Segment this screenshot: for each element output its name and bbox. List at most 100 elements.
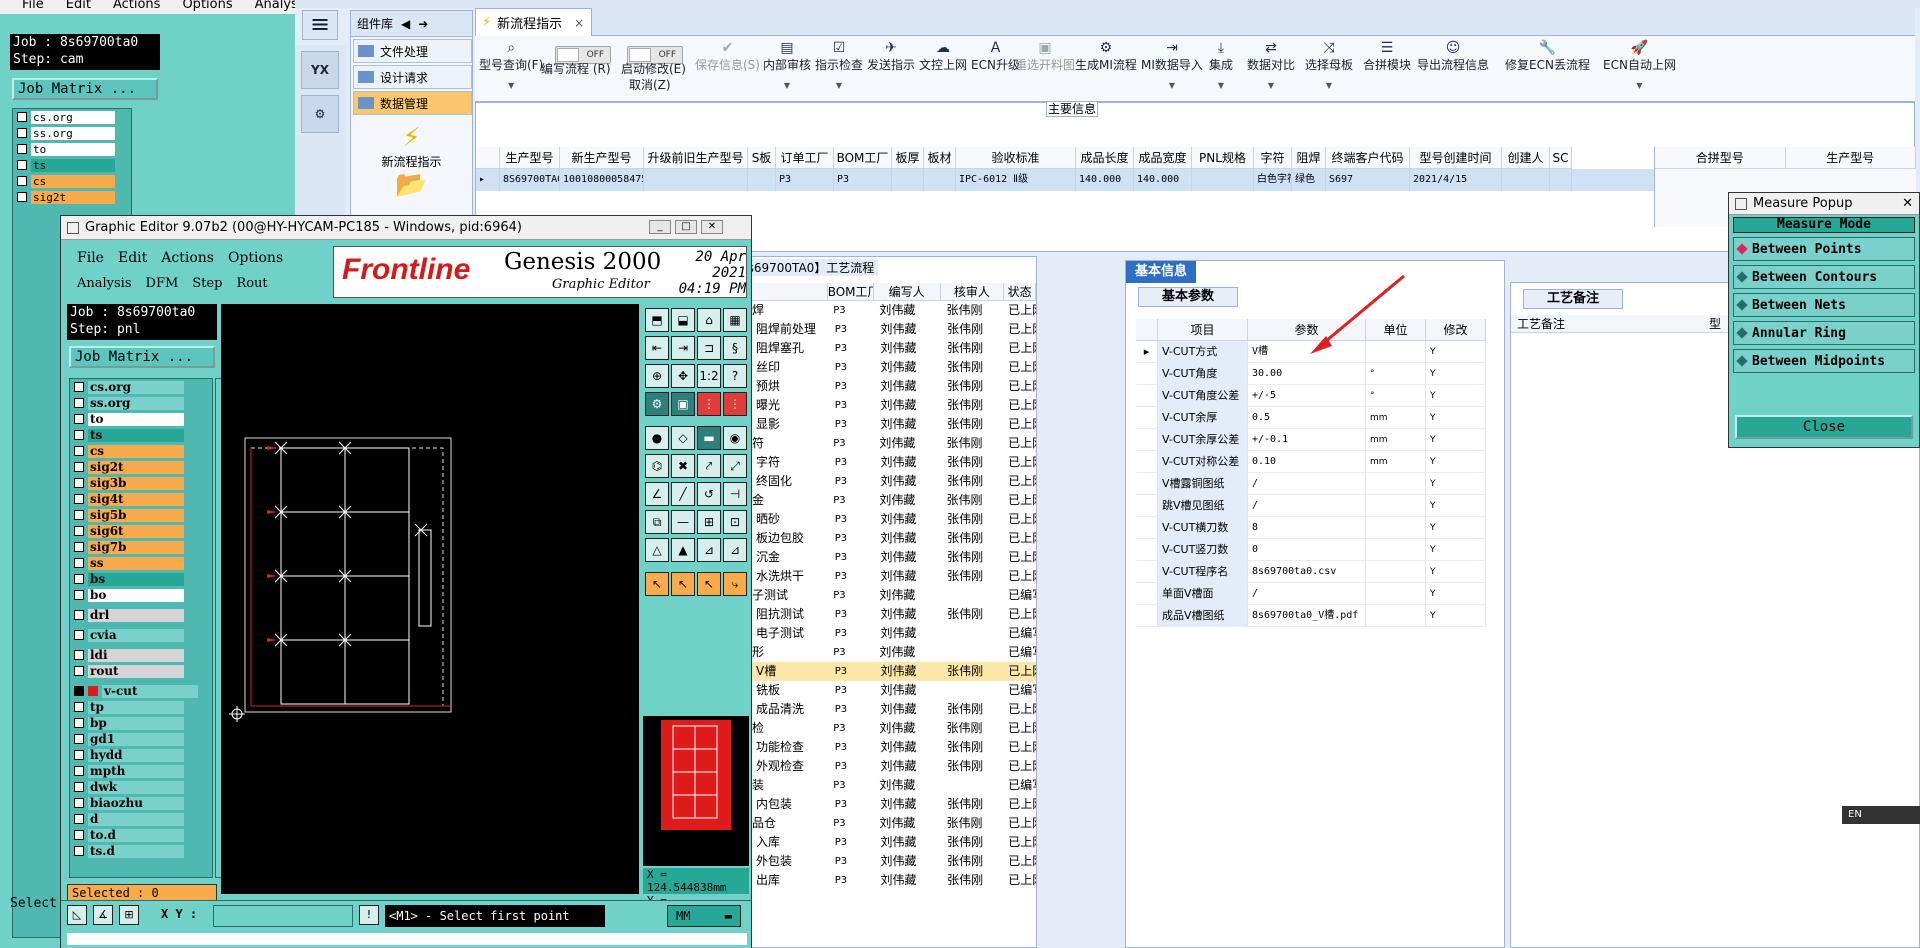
process-row[interactable]: 包装P3刘伟藏已编写 bbox=[736, 776, 1036, 795]
param-row[interactable]: V-CUT角度 30.00 ° Y bbox=[1136, 363, 1506, 385]
tool-icon[interactable]: ▬ bbox=[697, 426, 721, 450]
process-row[interactable]: 电子测试P3刘伟藏已编写 bbox=[736, 586, 1036, 605]
generate-mi-flow-button[interactable]: ⚙ 生成MI流程 bbox=[1075, 40, 1137, 73]
pointer-icon[interactable]: ↖ bbox=[697, 572, 721, 596]
layer-checkbox[interactable] bbox=[74, 766, 84, 776]
component-item-file-processing[interactable]: 文件处理 bbox=[353, 39, 472, 63]
remark-column-header-2[interactable]: 型 bbox=[1709, 315, 1721, 332]
layer-row[interactable]: gd1 bbox=[70, 731, 212, 747]
checkbox-icon[interactable] bbox=[17, 112, 27, 122]
process-row[interactable]: 出库P3刘伟藏张伟刚已上网 bbox=[736, 871, 1036, 890]
layer-row[interactable]: ldi bbox=[70, 647, 212, 663]
tool-icon[interactable]: ╱ bbox=[671, 482, 695, 506]
process-row[interactable]: 成品仓P3刘伟藏张伟刚已上网 bbox=[736, 814, 1036, 833]
tool-icon[interactable]: ⇤ bbox=[645, 336, 669, 360]
help-icon[interactable]: ? bbox=[723, 364, 747, 388]
layer-row[interactable]: bo bbox=[70, 587, 212, 603]
layer-list[interactable]: cs.org ss.org to ts cs sig2t sig3b sig4t sig5b si… bbox=[69, 378, 213, 878]
tool-icon[interactable]: ⇥ bbox=[671, 336, 695, 360]
save-info-button[interactable]: ✔ 保存信息(S) bbox=[695, 40, 760, 73]
process-row[interactable]: 阻抗测试P3刘伟藏张伟刚已上网 bbox=[736, 605, 1036, 624]
param-row[interactable]: V槽露铜图纸 / Y bbox=[1136, 473, 1506, 495]
tool-icon[interactable]: § bbox=[723, 336, 747, 360]
layer-checkbox[interactable] bbox=[74, 630, 84, 640]
process-row[interactable]: 入库P3刘伟藏张伟刚已上网 bbox=[736, 833, 1036, 852]
tab-new-flow[interactable]: ⚡ 新流程指示 × bbox=[475, 8, 592, 36]
instruction-check-button[interactable]: ☑ 指示检查 ▼ bbox=[815, 40, 863, 90]
tool-icon[interactable]: ⌂ bbox=[697, 308, 721, 332]
bg-menu-edit[interactable]: Edit bbox=[66, 0, 91, 14]
mode-between-nets[interactable]: Between Nets bbox=[1733, 293, 1915, 317]
layer-checkbox[interactable] bbox=[74, 650, 84, 660]
layer-row[interactable]: to bbox=[70, 411, 212, 427]
doc-control-upload-button[interactable]: ☁ 文控上网 bbox=[919, 40, 967, 73]
param-cell[interactable]: 30.00 bbox=[1248, 363, 1366, 385]
tool-icon[interactable]: 1:2 bbox=[697, 364, 721, 388]
tool-icon[interactable]: ◉ bbox=[723, 426, 747, 450]
process-row[interactable]: 沉金P3刘伟藏张伟刚已上网 bbox=[736, 491, 1036, 510]
tool-icon[interactable]: ⚙ bbox=[645, 392, 669, 416]
yx-app-icon[interactable]: YX bbox=[301, 51, 339, 89]
bg-menu-actions[interactable]: Actions bbox=[113, 0, 161, 14]
layer-checkbox[interactable] bbox=[74, 526, 84, 536]
maximize-icon[interactable]: □ bbox=[675, 220, 697, 234]
layer-checkbox[interactable] bbox=[74, 702, 84, 712]
process-row[interactable]: 板边包胶P3刘伟藏张伟刚已上网 bbox=[736, 529, 1036, 548]
tab-close-icon[interactable]: × bbox=[574, 16, 584, 30]
fix-ecn-flow-button[interactable]: 🔧 修复ECN丢流程 bbox=[1505, 40, 1590, 73]
layer-row[interactable]: hydd bbox=[70, 747, 212, 763]
minimize-icon[interactable]: _ bbox=[649, 220, 671, 234]
bg-layer-row[interactable]: sig2t bbox=[13, 189, 131, 205]
process-row[interactable]: 外包装P3刘伟藏张伟刚已上网 bbox=[736, 852, 1036, 871]
close-icon[interactable]: ✕ bbox=[1902, 196, 1913, 211]
param-cell[interactable]: 0.5 bbox=[1248, 407, 1366, 429]
process-row[interactable]: 显影P3刘伟藏张伟刚已上网 bbox=[736, 415, 1036, 434]
tool-icon[interactable]: ⊣ bbox=[723, 482, 747, 506]
tool-icon[interactable]: ⊕ bbox=[645, 364, 669, 388]
layer-checkbox[interactable] bbox=[74, 734, 84, 744]
bg-menu-file[interactable]: File bbox=[22, 0, 44, 14]
tab-basic-params[interactable]: 基本参数 bbox=[1138, 287, 1238, 307]
snap-icon[interactable]: ◺ bbox=[67, 905, 87, 925]
param-cell[interactable]: / bbox=[1248, 473, 1366, 495]
param-cell[interactable]: +/-0.1 bbox=[1248, 429, 1366, 451]
tool-icon[interactable]: ∠ bbox=[645, 482, 669, 506]
integrate-button[interactable]: ⤓ 集成 ▼ bbox=[1209, 40, 1233, 90]
model-query-button[interactable]: ⌕ 型号查询(F) ▼ bbox=[479, 40, 543, 90]
tool-icon[interactable]: ↺ bbox=[697, 482, 721, 506]
param-row[interactable]: V-CUT对称公差 0.10 mm Y bbox=[1136, 451, 1506, 473]
param-cell[interactable]: 0 bbox=[1248, 539, 1366, 561]
process-row[interactable]: 终固化P3刘伟藏张伟刚已上网 bbox=[736, 472, 1036, 491]
layer-checkbox[interactable] bbox=[74, 782, 84, 792]
param-row[interactable]: 单面V槽面 / Y bbox=[1136, 583, 1506, 605]
tool-icon[interactable]: ⧉ bbox=[645, 510, 669, 534]
merge-module-button[interactable]: ☰ 合拼模块 bbox=[1363, 40, 1411, 73]
data-compare-button[interactable]: ⇄ 数据对比 ▼ bbox=[1247, 40, 1295, 90]
new-flow-button[interactable]: ⚡ 新流程指示 📂 bbox=[351, 123, 472, 200]
bg-layer-row[interactable]: ts bbox=[13, 157, 131, 173]
graphic-canvas[interactable] bbox=[221, 304, 639, 894]
grid-icon[interactable]: ⊞ bbox=[119, 905, 139, 925]
layer-row[interactable]: sig3b bbox=[70, 475, 212, 491]
tool-icon[interactable]: ▲ bbox=[671, 538, 695, 562]
layer-row[interactable]: v-cut bbox=[70, 683, 212, 699]
process-row[interactable]: 外形P3刘伟藏已编写 bbox=[736, 643, 1036, 662]
mode-between-points[interactable]: Between Points bbox=[1733, 237, 1915, 261]
bg-menu-options[interactable]: Options bbox=[182, 0, 232, 14]
mode-between-midpoints[interactable]: Between Midpoints bbox=[1733, 349, 1915, 373]
tool-icon[interactable]: ⋮ bbox=[697, 392, 721, 416]
process-row[interactable]: 字符P3刘伟藏张伟刚已上网 bbox=[736, 434, 1036, 453]
param-cell[interactable]: / bbox=[1248, 495, 1366, 517]
layer-row[interactable]: sig2t bbox=[70, 459, 212, 475]
export-flow-info-button[interactable]: ☺ 导出流程信息 bbox=[1417, 40, 1489, 73]
layer-row[interactable]: bp bbox=[70, 715, 212, 731]
tool-icon[interactable]: ⤷ bbox=[723, 572, 747, 596]
param-row[interactable]: 跳V槽见图纸 / Y bbox=[1136, 495, 1506, 517]
process-row[interactable]: 字符P3刘伟藏张伟刚已上网 bbox=[736, 453, 1036, 472]
process-row[interactable]: 曝光P3刘伟藏张伟刚已上网 bbox=[736, 396, 1036, 415]
layer-checkbox[interactable] bbox=[74, 414, 84, 424]
layer-checkbox[interactable] bbox=[74, 610, 84, 620]
layer-row[interactable]: ss.org bbox=[70, 395, 212, 411]
layer-row[interactable]: to.d bbox=[70, 827, 212, 843]
menu-step[interactable]: Step bbox=[192, 276, 222, 291]
